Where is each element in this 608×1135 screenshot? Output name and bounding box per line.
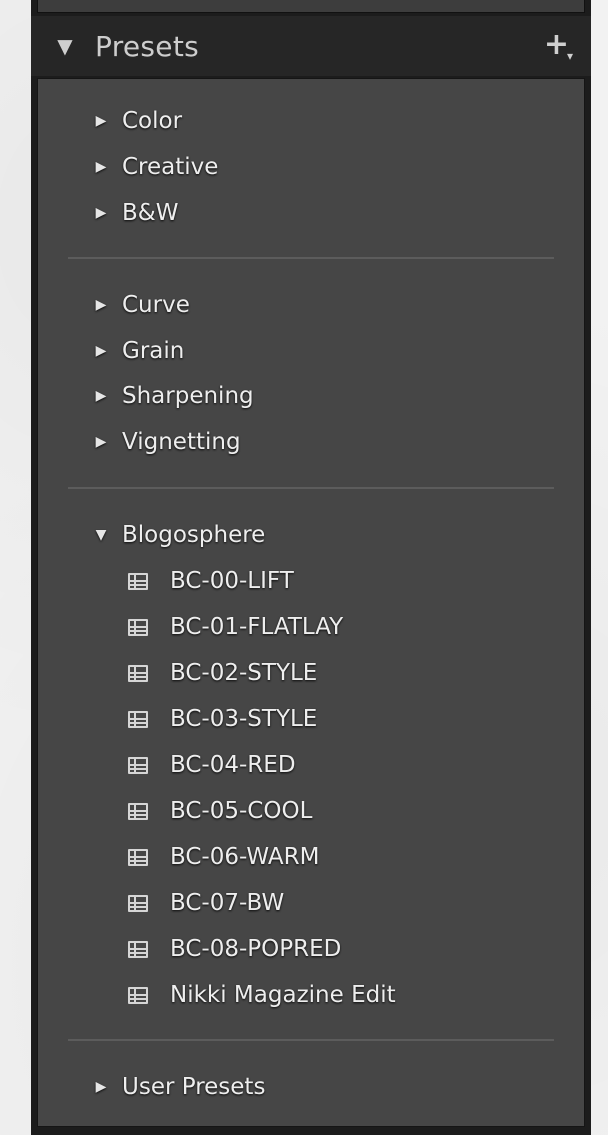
disclosure-triangle-icon[interactable]: ▶ (92, 113, 110, 129)
divider (68, 1039, 554, 1041)
preset-item[interactable]: BC-02-STYLE (38, 653, 584, 693)
preset-label: BC-07-BW (170, 890, 285, 916)
preset-list-icon (128, 802, 148, 820)
previous-panel-edge (37, 0, 585, 13)
preset-folder-blogosphere[interactable]: ▼ Blogosphere (38, 515, 584, 555)
preset-item[interactable]: BC-07-BW (38, 883, 584, 923)
preset-item[interactable]: BC-05-COOL (38, 791, 584, 831)
disclosure-triangle-icon[interactable]: ▶ (92, 388, 110, 404)
preset-label: BC-06-WARM (170, 844, 320, 870)
preset-folder-bw[interactable]: ▶ B&W (38, 193, 584, 233)
disclosure-triangle-icon[interactable]: ▶ (92, 343, 110, 359)
preset-list-icon (128, 710, 148, 728)
presets-list: ▶ Color ▶ Creative ▶ B&W ▶ Curve ▶ Grain… (37, 78, 585, 1127)
preset-folder-creative[interactable]: ▶ Creative (38, 147, 584, 187)
preset-item[interactable]: Nikki Magazine Edit (38, 975, 584, 1015)
preset-item[interactable]: BC-00-LIFT (38, 561, 584, 601)
divider (68, 487, 554, 489)
disclosure-triangle-icon[interactable]: ▶ (92, 205, 110, 221)
preset-item[interactable]: BC-01-FLATLAY (38, 607, 584, 647)
add-menu-arrow-icon: ▾ (566, 49, 573, 63)
presets-panel: ▼ Presets +▾ ▶ Color ▶ Creative ▶ B&W ▶ … (31, 0, 591, 1135)
preset-folder-grain[interactable]: ▶ Grain (38, 331, 584, 371)
preset-list-icon (128, 618, 148, 636)
preset-label: BC-05-COOL (170, 798, 313, 824)
folder-label: Grain (122, 338, 185, 364)
preset-folder-curve[interactable]: ▶ Curve (38, 285, 584, 325)
disclosure-triangle-icon[interactable]: ▶ (92, 297, 110, 313)
preset-item[interactable]: BC-04-RED (38, 745, 584, 785)
preset-folder-color[interactable]: ▶ Color (38, 101, 584, 141)
folder-label: Sharpening (122, 383, 254, 409)
folder-label: Color (122, 108, 183, 134)
preset-label: BC-04-RED (170, 752, 296, 778)
folder-label: Curve (122, 292, 190, 318)
preset-label: BC-03-STYLE (170, 706, 318, 732)
preset-list-icon (128, 940, 148, 958)
preset-label: BC-00-LIFT (170, 568, 294, 594)
preset-label: BC-02-STYLE (170, 660, 318, 686)
preset-label: BC-08-POPRED (170, 936, 342, 962)
folder-label: B&W (122, 200, 179, 226)
preset-item[interactable]: BC-08-POPRED (38, 929, 584, 969)
preset-list-icon (128, 894, 148, 912)
preset-folder-vignetting[interactable]: ▶ Vignetting (38, 422, 584, 462)
folder-label: Blogosphere (122, 522, 266, 548)
folder-label: Creative (122, 154, 219, 180)
preset-list-icon (128, 572, 148, 590)
add-preset-icon[interactable]: +▾ (544, 30, 573, 71)
folder-label: Vignetting (122, 429, 241, 455)
disclosure-triangle-icon[interactable]: ▼ (92, 527, 110, 543)
presets-panel-header[interactable]: ▼ Presets +▾ (31, 16, 591, 76)
preset-label: Nikki Magazine Edit (170, 982, 396, 1008)
preset-folder-sharpening[interactable]: ▶ Sharpening (38, 376, 584, 416)
preset-list-icon (128, 664, 148, 682)
folder-label: User Presets (122, 1074, 266, 1100)
disclosure-triangle-icon[interactable]: ▶ (92, 434, 110, 450)
preset-list-icon (128, 848, 148, 866)
preset-list-icon (128, 756, 148, 774)
preset-list-icon (128, 986, 148, 1004)
collapse-triangle-icon[interactable]: ▼ (45, 34, 85, 58)
divider (68, 257, 554, 259)
preset-label: BC-01-FLATLAY (170, 614, 344, 640)
disclosure-triangle-icon[interactable]: ▶ (92, 1079, 110, 1095)
preset-folder-user-presets[interactable]: ▶ User Presets (38, 1067, 584, 1107)
preset-item[interactable]: BC-06-WARM (38, 837, 584, 877)
add-preset-label: + (543, 27, 569, 62)
preset-item[interactable]: BC-03-STYLE (38, 699, 584, 739)
disclosure-triangle-icon[interactable]: ▶ (92, 159, 110, 175)
panel-title: Presets (95, 29, 199, 63)
